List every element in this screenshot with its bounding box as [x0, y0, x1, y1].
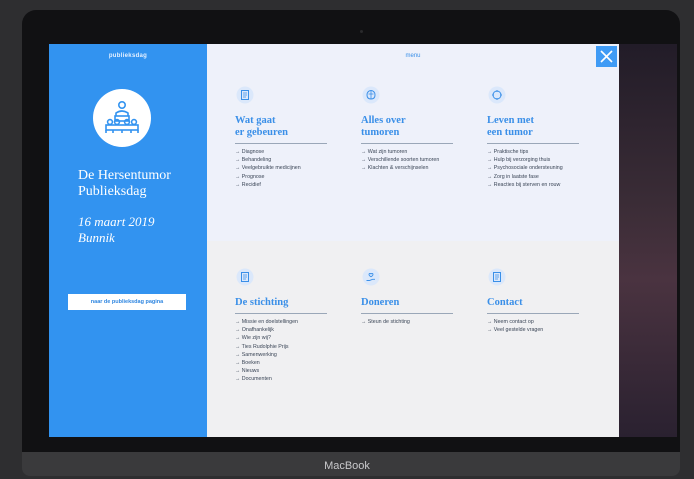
menu-link[interactable]: → Zorg in laatste fase	[487, 173, 582, 181]
menu-column-alles-over-tumoren: Alles over tumoren → Wat zijn tumoren → V…	[361, 86, 456, 173]
menu-link[interactable]: → Hulp bij verzorging thuis	[487, 156, 582, 164]
close-menu-button[interactable]	[596, 46, 617, 67]
background-photo	[619, 44, 677, 437]
publieksdag-page-button[interactable]: naar de publieksdag pagina	[68, 294, 186, 310]
menu-link[interactable]: → Missie en doelstellingen	[235, 318, 330, 326]
menu-link[interactable]: → Psychosociale ondersteuning	[487, 164, 582, 172]
hand-heart-icon	[362, 268, 380, 286]
divider	[487, 143, 579, 144]
heart-icon	[488, 86, 506, 104]
event-date-line: 16 maart 2019	[78, 214, 155, 229]
menu-link[interactable]: → Klachten & verschijnselen	[361, 164, 456, 172]
menu-link[interactable]: → Wat zijn tumoren	[361, 148, 456, 156]
menu-link[interactable]: → Documenten	[235, 375, 330, 383]
screen: publieksdag De Hersentumor Publieksdag 1…	[49, 44, 677, 437]
menu-column-title[interactable]: Alles over tumoren	[361, 115, 456, 139]
menu-link-list: → Missie en doelstellingen → Onafhankeli…	[235, 318, 330, 384]
menu-link[interactable]: → Behandeling	[235, 156, 330, 164]
document-icon	[236, 86, 254, 104]
page-title: De Hersentumor Publieksdag	[78, 168, 203, 200]
menu-link[interactable]: → Veel gestelde vragen	[487, 326, 582, 334]
menu-column-wat-gaat-er-gebeuren: Wat gaat er gebeuren → Diagnose → Behande…	[235, 86, 330, 189]
menu-column-title[interactable]: De stichting	[235, 297, 330, 309]
menu-link[interactable]: → Diagnose	[235, 148, 330, 156]
menu-label: menu	[405, 53, 421, 59]
document-icon	[236, 268, 254, 286]
divider	[361, 143, 453, 144]
menu-link[interactable]: → Recidief	[235, 181, 330, 189]
menu-link-list: → Praktische tips → Hulp bij verzorging …	[487, 148, 582, 189]
menu-link[interactable]: → Prognose	[235, 173, 330, 181]
menu-link[interactable]: → Nieuws	[235, 367, 330, 375]
menu-column-doneren: Doneren → Steun de stichting	[361, 268, 456, 326]
divider	[235, 143, 327, 144]
page-title-line: De Hersentumor	[78, 168, 171, 183]
menu-column-title[interactable]: Doneren	[361, 297, 456, 309]
menu-link[interactable]: → Boeken	[235, 359, 330, 367]
menu-link[interactable]: → Ties Rudolphie Prijs	[235, 343, 330, 351]
menu-link[interactable]: → Praktische tips	[487, 148, 582, 156]
menu-column-title[interactable]: Contact	[487, 297, 582, 309]
menu-link[interactable]: → Neem contact op	[487, 318, 582, 326]
event-location-line: Bunnik	[78, 230, 115, 245]
audience-icon	[93, 89, 151, 147]
menu-link[interactable]: → Veelgebruikte medicijnen	[235, 164, 330, 172]
divider	[361, 313, 453, 314]
sidebar: publieksdag De Hersentumor Publieksdag 1…	[49, 44, 207, 437]
menu-column-contact: Contact → Neem contact op → Veel gesteld…	[487, 268, 582, 334]
document-icon	[488, 268, 506, 286]
divider	[487, 313, 579, 314]
menu-link-list: → Wat zijn tumoren → Verschillende soort…	[361, 148, 456, 173]
camera-dot	[360, 30, 363, 33]
close-icon	[600, 50, 613, 63]
menu-column-title[interactable]: Wat gaat er gebeuren	[235, 115, 330, 139]
menu-link[interactable]: → Verschillende soorten tumoren	[361, 156, 456, 164]
menu-link-list: → Diagnose → Behandeling → Veelgebruikte…	[235, 148, 330, 189]
menu-link[interactable]: → Wie zijn wij?	[235, 334, 330, 342]
page-title-line: Publieksdag	[78, 184, 147, 199]
menu-link[interactable]: → Steun de stichting	[361, 318, 456, 326]
menu-link-list: → Neem contact op → Veel gestelde vragen	[487, 318, 582, 334]
device-brand-label: MacBook	[324, 460, 370, 472]
divider	[235, 313, 327, 314]
sidebar-top-label: publieksdag	[108, 53, 148, 59]
event-date: 16 maart 2019 Bunnik	[78, 214, 155, 246]
menu-link[interactable]: → Reacties bij sterven en rouw	[487, 181, 582, 189]
menu-column-leven-met-een-tumor: Leven met een tumor → Praktische tips → H…	[487, 86, 582, 189]
menu-link[interactable]: → Samenwerking	[235, 351, 330, 359]
menu-panel: menu Wat gaat er gebeuren → Diagnose → Be…	[207, 44, 619, 437]
menu-link-list: → Steun de stichting	[361, 318, 456, 326]
menu-column-title[interactable]: Leven met een tumor	[487, 115, 582, 139]
menu-link[interactable]: → Onafhankelijk	[235, 326, 330, 334]
menu-column-de-stichting: De stichting → Missie en doelstellingen …	[235, 268, 330, 384]
brain-icon	[362, 86, 380, 104]
